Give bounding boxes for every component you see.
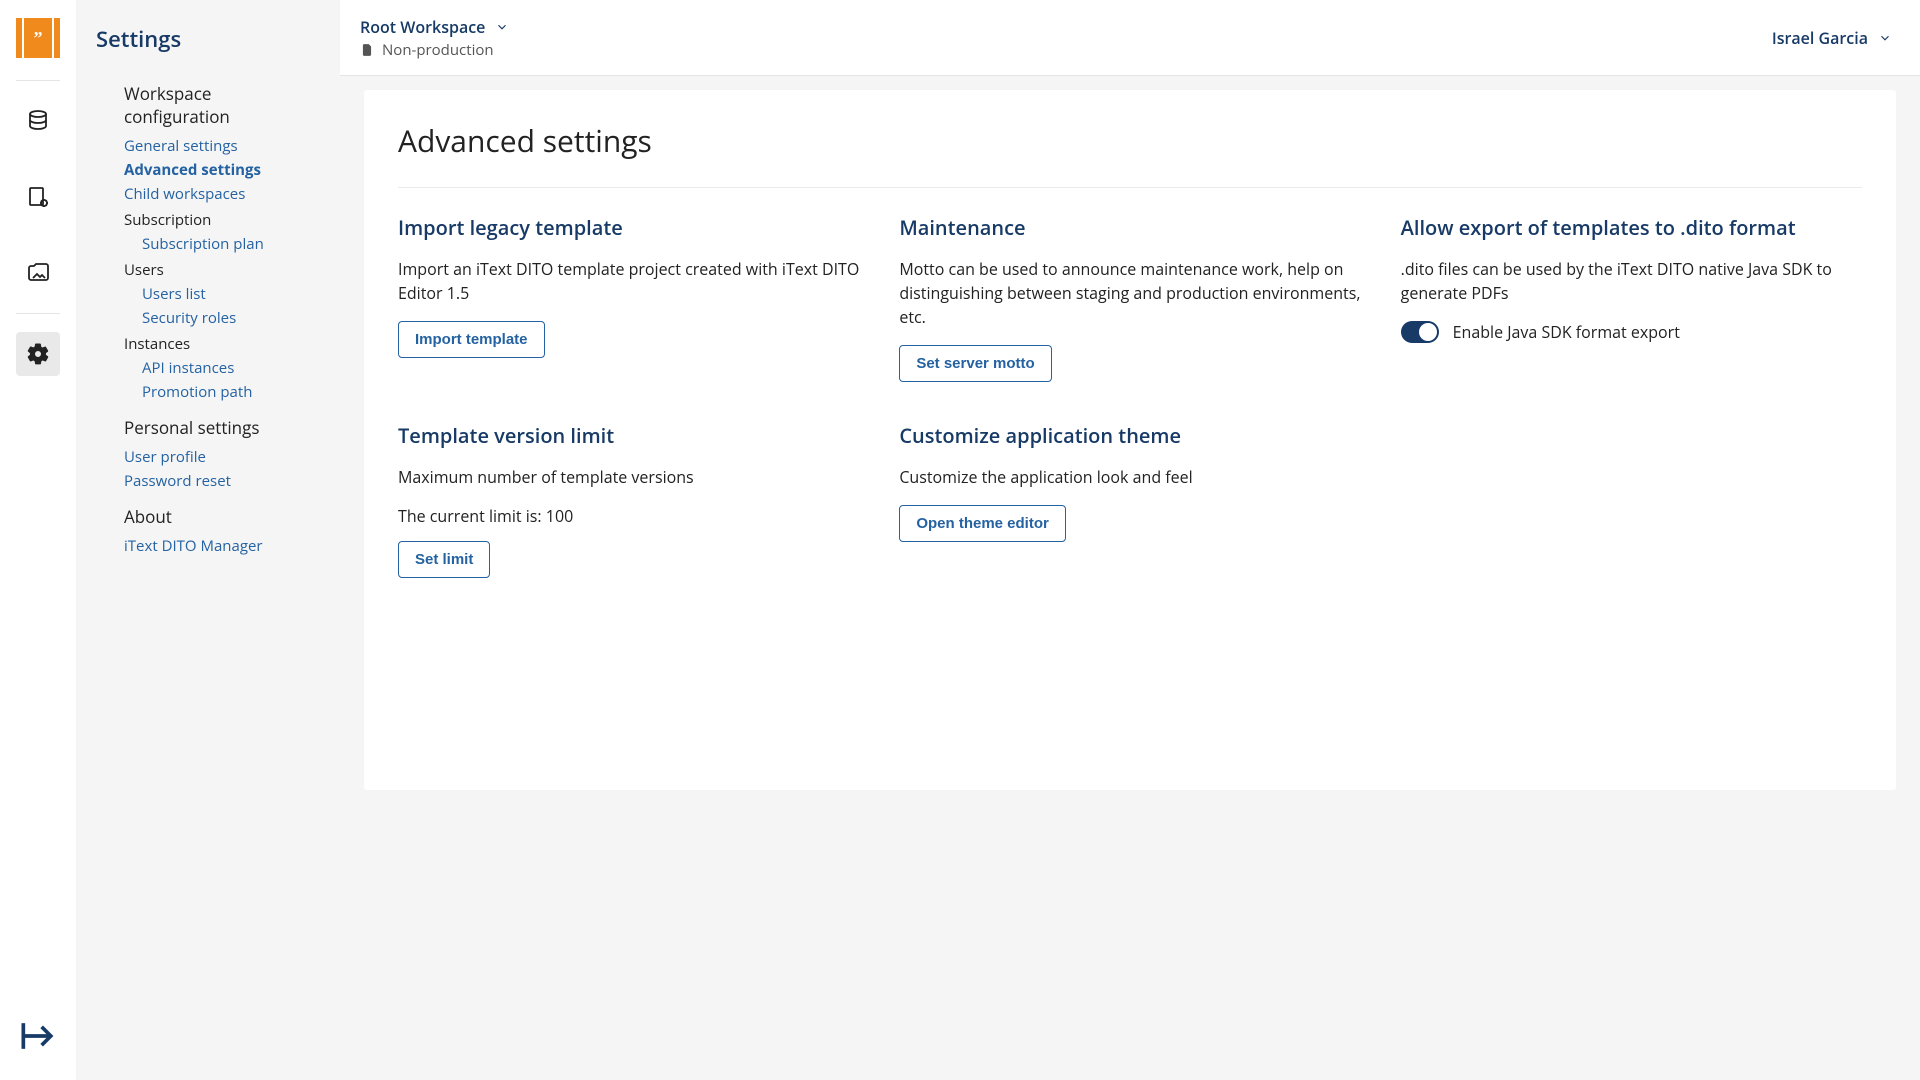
nav-subheading-instances: Instances — [124, 334, 320, 354]
chevron-down-icon — [1878, 31, 1892, 45]
nav-link-subscription-plan[interactable]: Subscription plan — [142, 234, 320, 254]
toggle-knob — [1419, 323, 1437, 341]
section-title: Allow export of templates to .dito forma… — [1401, 214, 1862, 241]
nav-subheading-users: Users — [124, 260, 320, 280]
main-area: Root Workspace Non-production Israel Gar… — [340, 0, 1920, 1080]
set-limit-button[interactable]: Set limit — [398, 541, 490, 578]
topbar: Root Workspace Non-production Israel Gar… — [340, 0, 1920, 76]
section-title: Maintenance — [899, 214, 1360, 241]
section-version-limit: Template version limit Maximum number of… — [398, 422, 859, 578]
toggle-label: Enable Java SDK format export — [1453, 321, 1680, 343]
icon-rail: ” — [0, 0, 76, 1080]
import-template-button[interactable]: Import template — [398, 321, 545, 358]
section-allow-export: Allow export of templates to .dito forma… — [1401, 214, 1862, 382]
rail-divider — [16, 80, 60, 81]
user-menu[interactable]: Israel Garcia — [1772, 27, 1892, 49]
nav-heading-personal-settings: Personal settings — [124, 416, 320, 439]
nav-heading-workspace-config: Workspace configuration — [124, 82, 320, 128]
section-description: Motto can be used to announce maintenanc… — [899, 257, 1360, 329]
nav-settings-icon[interactable] — [16, 332, 60, 376]
nav-link-users-list[interactable]: Users list — [142, 284, 320, 304]
section-title: Customize application theme — [899, 422, 1360, 449]
section-import-legacy: Import legacy template Import an iText D… — [398, 214, 859, 382]
nav-link-child-workspaces[interactable]: Child workspaces — [124, 184, 320, 204]
user-name: Israel Garcia — [1772, 27, 1868, 49]
nav-database-icon[interactable] — [16, 99, 60, 143]
section-description: Maximum number of template versions — [398, 465, 859, 489]
chevron-down-icon — [495, 20, 509, 34]
section-title: Template version limit — [398, 422, 859, 449]
nav-device-settings-icon[interactable] — [16, 175, 60, 219]
nav-link-about-item[interactable]: iText DITO Manager — [124, 536, 320, 556]
settings-sidebar: Settings Workspace configuration General… — [76, 0, 340, 1080]
section-customize-theme: Customize application theme Customize th… — [899, 422, 1360, 578]
settings-sidebar-title: Settings — [96, 24, 320, 54]
open-theme-editor-button[interactable]: Open theme editor — [899, 505, 1066, 542]
nav-link-user-profile[interactable]: User profile — [124, 447, 320, 467]
section-description: Customize the application look and feel — [899, 465, 1360, 489]
app-logo[interactable]: ” — [16, 16, 60, 60]
nav-link-security-roles[interactable]: Security roles — [142, 308, 320, 328]
section-empty — [1401, 422, 1862, 578]
nav-link-general-settings[interactable]: General settings — [124, 136, 320, 156]
workspace-name: Root Workspace — [360, 16, 485, 38]
section-title: Import legacy template — [398, 214, 859, 241]
nav-link-password-reset[interactable]: Password reset — [124, 471, 320, 491]
enable-export-toggle[interactable] — [1401, 321, 1439, 343]
section-description: Import an iText DITO template project cr… — [398, 257, 859, 305]
environment-label: Non-production — [382, 40, 494, 60]
version-limit-status: The current limit is: 100 — [398, 505, 859, 527]
nav-link-promotion-path[interactable]: Promotion path — [142, 382, 320, 402]
page-title: Advanced settings — [398, 120, 1862, 188]
document-icon — [360, 43, 374, 57]
set-server-motto-button[interactable]: Set server motto — [899, 345, 1051, 382]
content-card: Advanced settings Import legacy template… — [364, 90, 1896, 790]
rail-divider — [16, 313, 60, 314]
nav-exit-icon[interactable] — [16, 1014, 60, 1058]
environment-indicator: Non-production — [360, 40, 509, 60]
nav-heading-about: About — [124, 505, 320, 528]
nav-subheading-subscription: Subscription — [124, 210, 320, 230]
svg-text:”: ” — [34, 28, 43, 48]
section-description: .dito files can be used by the iText DIT… — [1401, 257, 1862, 305]
section-maintenance: Maintenance Motto can be used to announc… — [899, 214, 1360, 382]
workspace-dropdown[interactable]: Root Workspace — [360, 16, 509, 38]
nav-link-advanced-settings[interactable]: Advanced settings — [124, 160, 320, 180]
nav-images-icon[interactable] — [16, 251, 60, 295]
nav-link-api-instances[interactable]: API instances — [142, 358, 320, 378]
